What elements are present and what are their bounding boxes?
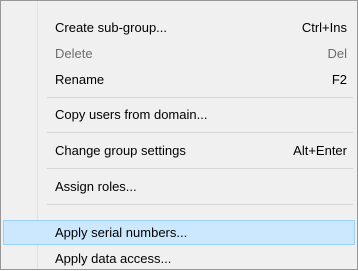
menu-item-copy-users-from-domain[interactable]: Copy users from domain...: [3, 102, 355, 127]
menu-item-apply-serial-numbers[interactable]: Apply serial numbers...: [3, 220, 355, 245]
menu-item-label: Create sub-group...: [55, 20, 168, 35]
menu-item-change-group-settings[interactable]: Change group settings Alt+Enter: [3, 138, 355, 163]
menu-item-apply-data-access[interactable]: Apply data access...: [3, 246, 355, 271]
menu-item-label: Change group settings: [55, 143, 186, 158]
menu-item-assign-roles[interactable]: Assign roles...: [3, 174, 355, 199]
menu-item-delete[interactable]: Delete Del: [3, 41, 355, 66]
menu-item-label: Apply serial numbers...: [55, 225, 188, 240]
menu-item-rename[interactable]: Rename F2: [3, 67, 355, 92]
menu-item-label: Copy users from domain...: [55, 107, 208, 122]
menu-item-label: Apply data access...: [55, 251, 172, 266]
menu-item-label: Assign roles...: [55, 179, 137, 194]
menu-item-label: Rename: [55, 72, 105, 87]
menu-item-label: Delete: [55, 46, 93, 61]
menu-item-shortcut: Alt+Enter: [293, 143, 347, 158]
menu-item-shortcut: Ctrl+Ins: [301, 20, 347, 35]
menu-separator: [47, 132, 353, 133]
menu-separator: [47, 168, 353, 169]
menu-item-shortcut: F2: [331, 72, 347, 87]
menu-separator: [47, 204, 353, 205]
menu-separator: [47, 97, 353, 98]
menu-item-create-sub-group[interactable]: Create sub-group... Ctrl+Ins: [3, 15, 355, 40]
context-menu: Create sub-group... Ctrl+Ins Delete Del …: [0, 0, 358, 270]
menu-item-shortcut: Del: [327, 46, 347, 61]
